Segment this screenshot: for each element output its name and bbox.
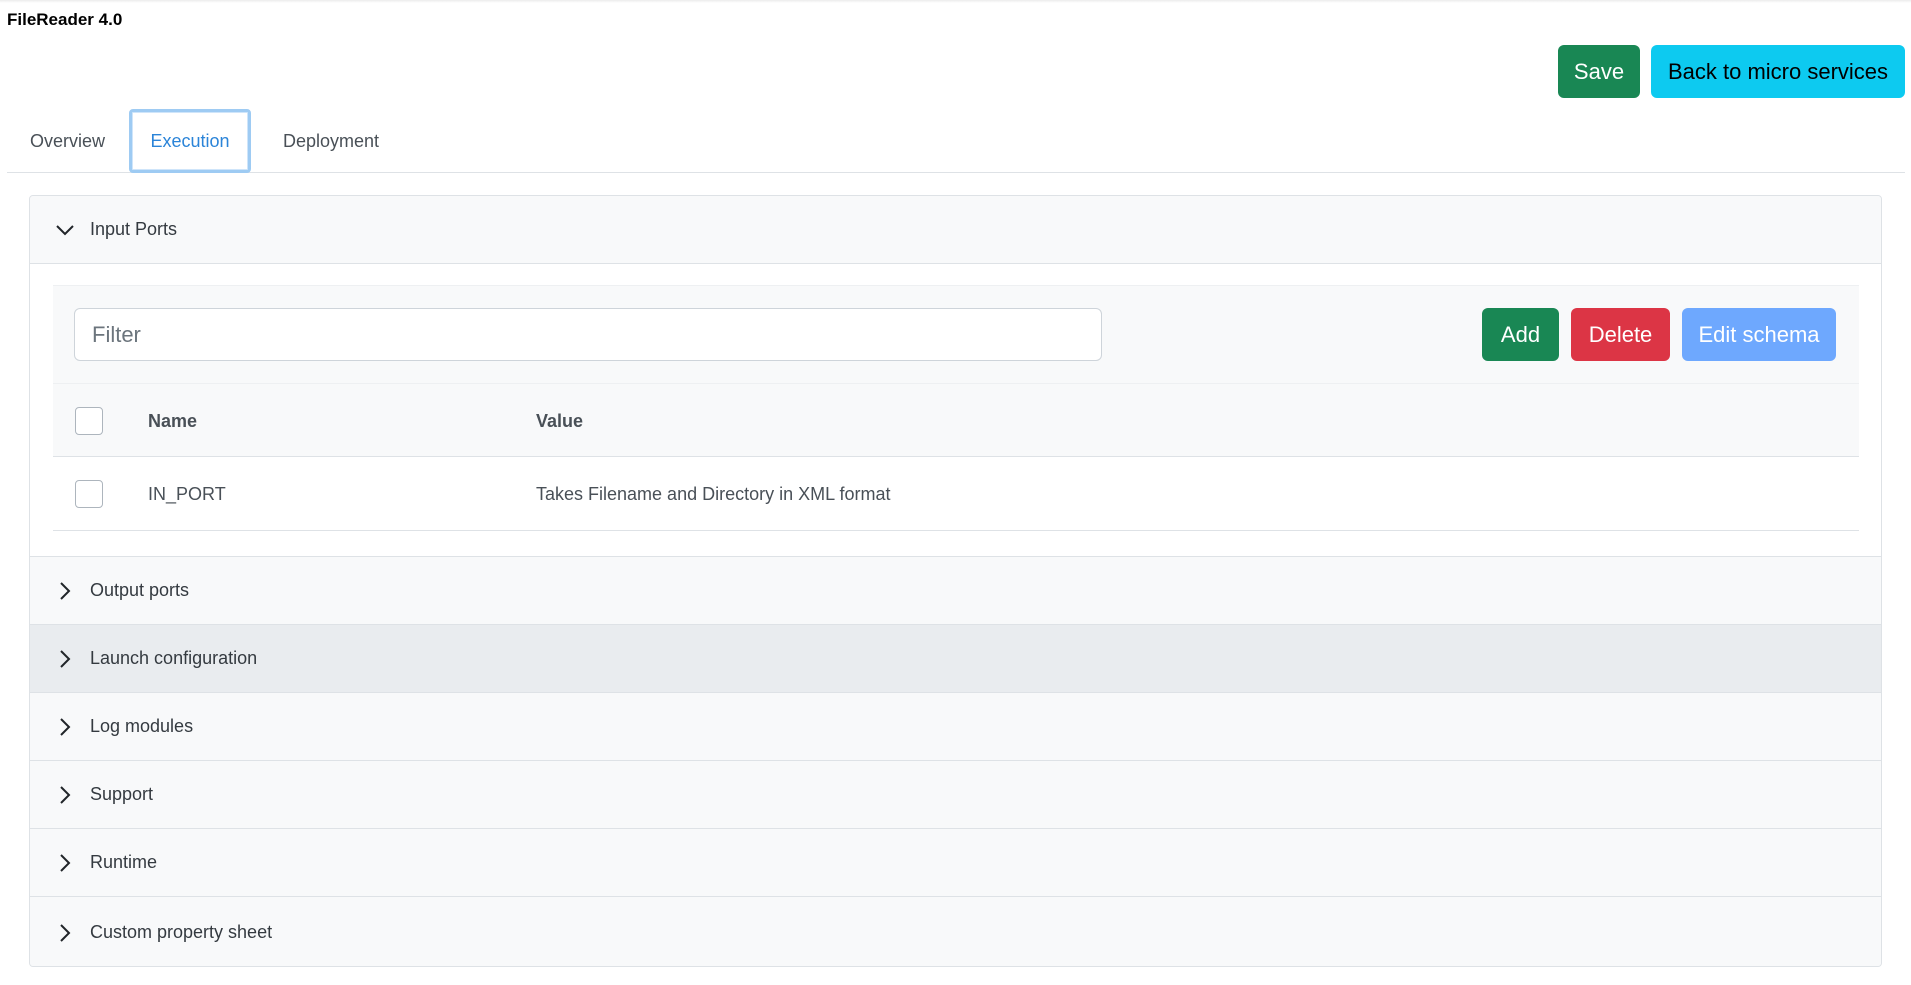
column-header-name[interactable]: Name — [148, 384, 197, 458]
accordion-header-support[interactable]: Support — [30, 761, 1881, 829]
accordion-title: Support — [90, 784, 154, 804]
filter-input[interactable] — [74, 308, 1102, 361]
accordion-title: Runtime — [90, 852, 158, 872]
select-all-checkbox[interactable] — [75, 407, 103, 435]
chevron-right-icon — [54, 716, 76, 738]
column-header-value[interactable]: Value — [536, 384, 583, 458]
edit-schema-button[interactable]: Edit schema — [1682, 308, 1836, 361]
chevron-right-icon — [54, 580, 76, 602]
accordion-header-output-ports[interactable]: Output ports — [30, 557, 1881, 625]
tab-overview[interactable]: Overview — [7, 109, 128, 173]
chevron-right-icon — [54, 784, 76, 806]
save-button[interactable]: Save — [1558, 45, 1640, 98]
back-to-micro-services-button[interactable]: Back to micro services — [1651, 45, 1905, 98]
tab-execution[interactable]: Execution — [129, 109, 251, 173]
grid-toolbar: Add Delete Edit schema — [53, 285, 1859, 383]
chevron-right-icon — [54, 922, 76, 944]
delete-button[interactable]: Delete — [1571, 308, 1670, 361]
chevron-right-icon — [54, 648, 76, 670]
cell-name: IN_PORT — [148, 483, 226, 504]
accordion-title: Log modules — [90, 716, 194, 736]
add-button[interactable]: Add — [1482, 308, 1559, 361]
accordion-header-custom-property-sheet[interactable]: Custom property sheet — [30, 897, 1881, 966]
accordion-header-launch-configuration[interactable]: Launch configuration — [30, 625, 1881, 693]
accordion-header-runtime[interactable]: Runtime — [30, 829, 1881, 897]
accordion-title: Launch configuration — [90, 648, 258, 668]
input-ports-panel: Add Delete Edit schema Name Value IN_POR… — [30, 264, 1881, 557]
chevron-right-icon — [54, 852, 76, 874]
tab-deployment[interactable]: Deployment — [257, 109, 405, 173]
tab-bar: Overview Execution Deployment — [7, 109, 1905, 173]
execution-accordion: Input Ports Add Delete Edit schema Name … — [29, 195, 1882, 967]
accordion-title: Custom property sheet — [90, 922, 273, 942]
row-checkbox[interactable] — [75, 480, 103, 508]
accordion-title: Output ports — [90, 580, 190, 600]
top-edge — [0, 0, 1911, 3]
accordion-header-input-ports[interactable]: Input Ports — [30, 196, 1881, 264]
accordion-title: Input Ports — [90, 219, 178, 239]
app-title: FileReader 4.0 — [7, 10, 123, 29]
cell-value: Takes Filename and Directory in XML form… — [536, 483, 891, 504]
accordion-header-log-modules[interactable]: Log modules — [30, 693, 1881, 761]
table-row[interactable]: IN_PORT Takes Filename and Directory in … — [53, 457, 1859, 531]
table-header: Name Value — [53, 383, 1859, 457]
chevron-down-icon — [54, 219, 76, 241]
